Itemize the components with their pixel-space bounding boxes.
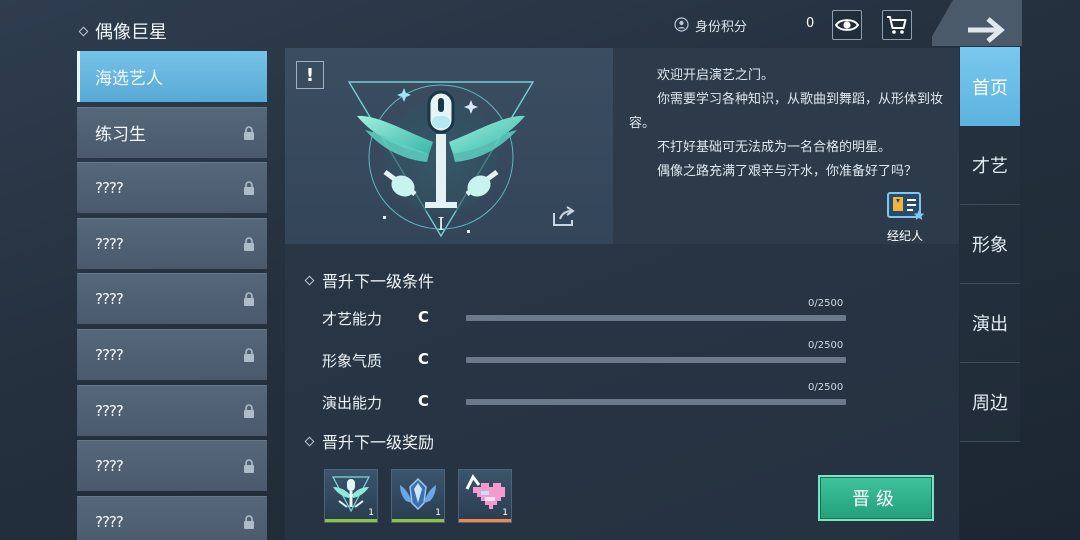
- condition-label: 才艺能力: [322, 310, 383, 328]
- condition-row-performance: 演出能力 C 0/2500: [322, 382, 852, 416]
- diamond-bullet-icon: [78, 26, 89, 36]
- rank-item-label: ????: [95, 512, 124, 531]
- lock-icon: [244, 237, 254, 251]
- condition-progress-bar: [466, 315, 846, 321]
- tab-image[interactable]: 形象: [960, 205, 1020, 284]
- condition-label: 形象气质: [322, 352, 383, 370]
- tab-performance[interactable]: 演出: [960, 284, 1020, 363]
- rank-item-label: ????: [95, 234, 124, 253]
- conditions-title: 晋升下一级条件: [304, 268, 435, 292]
- rank-item-5[interactable]: ????: [77, 273, 267, 325]
- sidebar-title: 偶像巨星: [78, 18, 167, 44]
- view-button[interactable]: [832, 10, 862, 40]
- shop-button[interactable]: [882, 10, 912, 40]
- wings-crest-icon: [400, 477, 436, 511]
- alert-icon: !: [305, 64, 315, 86]
- share-icon[interactable]: [551, 205, 577, 227]
- tab-label: 形象: [972, 235, 1008, 256]
- lock-icon: [244, 181, 254, 196]
- condition-row-talent: 才艺能力 C 0/2500: [322, 298, 852, 332]
- agent-button[interactable]: 经纪人: [880, 190, 930, 244]
- condition-progress-text: 0/2500: [808, 382, 844, 393]
- intro-paragraph: 你需要学习各种知识，从歌曲到舞蹈，从形体到妆容。: [629, 92, 944, 131]
- pixel-heart-icon: [465, 474, 505, 509]
- rank-item-1[interactable]: 海选艺人: [77, 51, 267, 102]
- agent-card-icon: [887, 192, 925, 220]
- lock-icon: [244, 459, 254, 474]
- reward-item-1[interactable]: 1: [324, 469, 378, 523]
- condition-progress-text: 0/2500: [808, 298, 844, 309]
- intro-paragraph: 偶像之路充满了艰辛与汗水，你准备好了吗？: [657, 164, 918, 179]
- rarity-bar: [459, 519, 511, 522]
- condition-grade: C: [418, 392, 430, 410]
- rank-item-label: ????: [95, 290, 124, 309]
- tab-label: 演出: [972, 314, 1008, 335]
- conditions-title-text: 晋升下一级条件: [322, 272, 435, 291]
- rank-item-label: ????: [95, 457, 124, 476]
- diamond-bullet-icon: [304, 275, 315, 285]
- score-label: 身份积分: [695, 20, 748, 35]
- lock-icon: [244, 515, 254, 529]
- rank-numeral: I: [437, 214, 444, 235]
- tab-talent[interactable]: 才艺: [960, 126, 1020, 205]
- rank-item-7[interactable]: ????: [77, 384, 267, 436]
- agent-label: 经纪人: [886, 229, 923, 243]
- rank-item-label: 海选艺人: [95, 69, 163, 89]
- condition-row-image: 形象气质 C 0/2500: [322, 340, 852, 374]
- reward-quantity: 1: [368, 508, 374, 518]
- intro-description: 欢迎开启演艺之门。 你需要学习各种知识，从歌曲到舞蹈，从形体到妆容。 不打好基础…: [629, 64, 945, 184]
- upgrade-button-label: 晋级: [852, 489, 900, 510]
- emblem-badge-icon: [332, 476, 370, 513]
- tab-merch[interactable]: 周边: [960, 363, 1020, 442]
- score-value: 0: [806, 16, 815, 31]
- reward-quantity: 1: [435, 508, 441, 518]
- lock-icon: [244, 125, 254, 140]
- reward-item-2[interactable]: 1: [391, 469, 445, 523]
- reward-quantity: 1: [502, 508, 508, 518]
- diamond-bullet-icon: [304, 436, 315, 446]
- lock-icon: [244, 348, 254, 362]
- rank-item-label: ????: [95, 179, 124, 198]
- rank-emblem: I: [347, 81, 535, 238]
- right-nav: 首页 才艺 形象 演出 周边: [960, 47, 1020, 442]
- rarity-bar: [392, 519, 444, 522]
- lock-icon: [244, 403, 254, 418]
- condition-grade: C: [418, 308, 430, 326]
- rank-item-9[interactable]: ????: [77, 495, 267, 540]
- info-alert-button[interactable]: !: [296, 61, 324, 89]
- intro-paragraph: 不打好基础可无法成为一名合格的明星。: [657, 140, 892, 155]
- condition-progress-text: 0/2500: [808, 340, 844, 351]
- condition-label: 演出能力: [322, 394, 383, 412]
- condition-grade: C: [418, 350, 430, 368]
- upgrade-button[interactable]: 晋级: [818, 475, 934, 521]
- profile-badge-icon: [674, 17, 689, 32]
- sidebar-title-text: 偶像巨星: [95, 22, 167, 43]
- tab-label: 周边: [972, 393, 1008, 414]
- back-arrow-icon: [968, 17, 1005, 43]
- condition-progress-bar: [466, 357, 846, 363]
- rank-item-label: ????: [95, 401, 124, 420]
- rank-item-8[interactable]: ????: [77, 440, 267, 492]
- rewards-title: 晋升下一级奖励: [304, 429, 435, 453]
- cart-icon: [887, 16, 907, 34]
- reward-item-3[interactable]: 1: [458, 469, 512, 523]
- rank-item-2[interactable]: 练习生: [77, 106, 267, 158]
- rarity-bar: [325, 519, 377, 522]
- rank-item-label: ????: [95, 345, 124, 364]
- intro-paragraph: 欢迎开启演艺之门。: [657, 68, 775, 83]
- eye-icon: [835, 19, 859, 31]
- rank-item-4[interactable]: ????: [77, 217, 267, 269]
- rank-item-3[interactable]: ????: [77, 162, 267, 214]
- rank-item-label: 练习生: [95, 125, 146, 146]
- condition-progress-bar: [466, 399, 846, 405]
- rank-list: 海选艺人 练习生 ???? ???? ???? ???? ???? ???? ?…: [77, 51, 267, 540]
- tab-label: 首页: [972, 77, 1008, 99]
- rewards-title-text: 晋升下一级奖励: [322, 433, 435, 452]
- tab-home[interactable]: 首页: [960, 47, 1020, 126]
- rank-item-6[interactable]: ????: [77, 328, 267, 380]
- tab-label: 才艺: [972, 156, 1008, 177]
- lock-icon: [244, 292, 254, 307]
